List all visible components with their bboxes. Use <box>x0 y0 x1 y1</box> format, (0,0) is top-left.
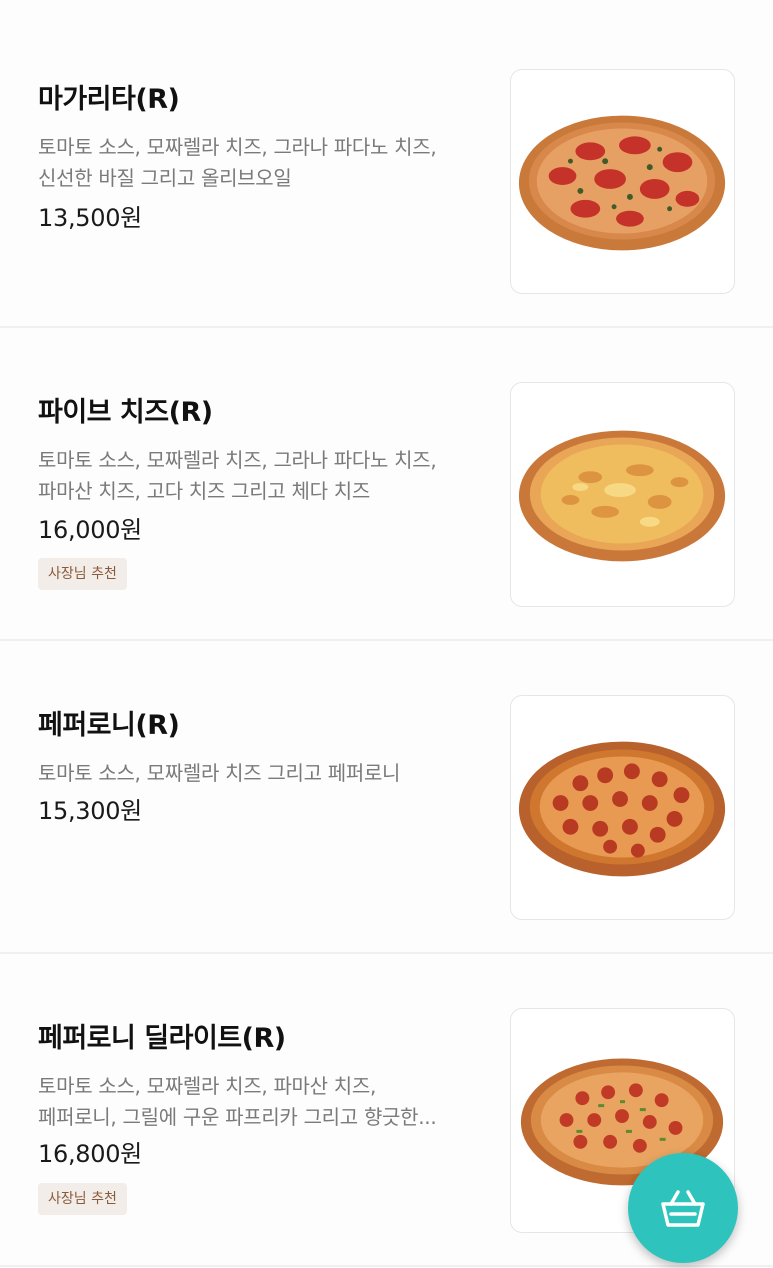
menu-item-description: 토마토 소스, 모짜렐라 치즈, 파마산 치즈, 페퍼로니, 그릴에 구운 파프… <box>38 1074 437 1129</box>
menu-item-name: 파이브 치즈(R) <box>38 397 213 428</box>
cart-button[interactable] <box>628 1153 738 1263</box>
menu-item-name: 페퍼로니(R) <box>38 710 180 741</box>
menu-item-description: 토마토 소스, 모짜렐라 치즈, 그라나 파다노 치즈, 신선한 바질 그리고 … <box>38 135 437 190</box>
pizza-image-margherita[interactable] <box>510 69 735 294</box>
menu-item[interactable]: 페퍼로니(R) 토마토 소스, 모짜렐라 치즈 그리고 페퍼로니 15,300원 <box>0 641 773 954</box>
menu-item-name: 페퍼로니 딜라이트(R) <box>38 1023 286 1054</box>
menu-item-price: 16,000원 <box>38 516 142 544</box>
pizza-image-five-cheese[interactable] <box>510 382 735 607</box>
basket-icon <box>661 1190 705 1227</box>
pizza-image-pepperoni[interactable] <box>510 695 735 920</box>
menu-item-description: 토마토 소스, 모짜렐라 치즈 그리고 페퍼로니 <box>38 761 401 785</box>
menu-item-price: 13,500원 <box>38 204 142 232</box>
menu-item-description: 토마토 소스, 모짜렐라 치즈, 그라나 파다노 치즈, 파마산 치즈, 고다 … <box>38 448 437 503</box>
menu-item[interactable]: 마가리타(R) 토마토 소스, 모짜렐라 치즈, 그라나 파다노 치즈, 신선한… <box>0 15 773 328</box>
recommend-badge: 사장님 추천 <box>38 558 127 590</box>
recommend-badge: 사장님 추천 <box>38 1183 127 1215</box>
menu-item-price: 16,800원 <box>38 1140 142 1168</box>
menu-item[interactable]: 파이브 치즈(R) 토마토 소스, 모짜렐라 치즈, 그라나 파다노 치즈, 파… <box>0 328 773 641</box>
menu-item-name: 마가리타(R) <box>38 84 180 115</box>
menu-item-price: 15,300원 <box>38 797 142 825</box>
